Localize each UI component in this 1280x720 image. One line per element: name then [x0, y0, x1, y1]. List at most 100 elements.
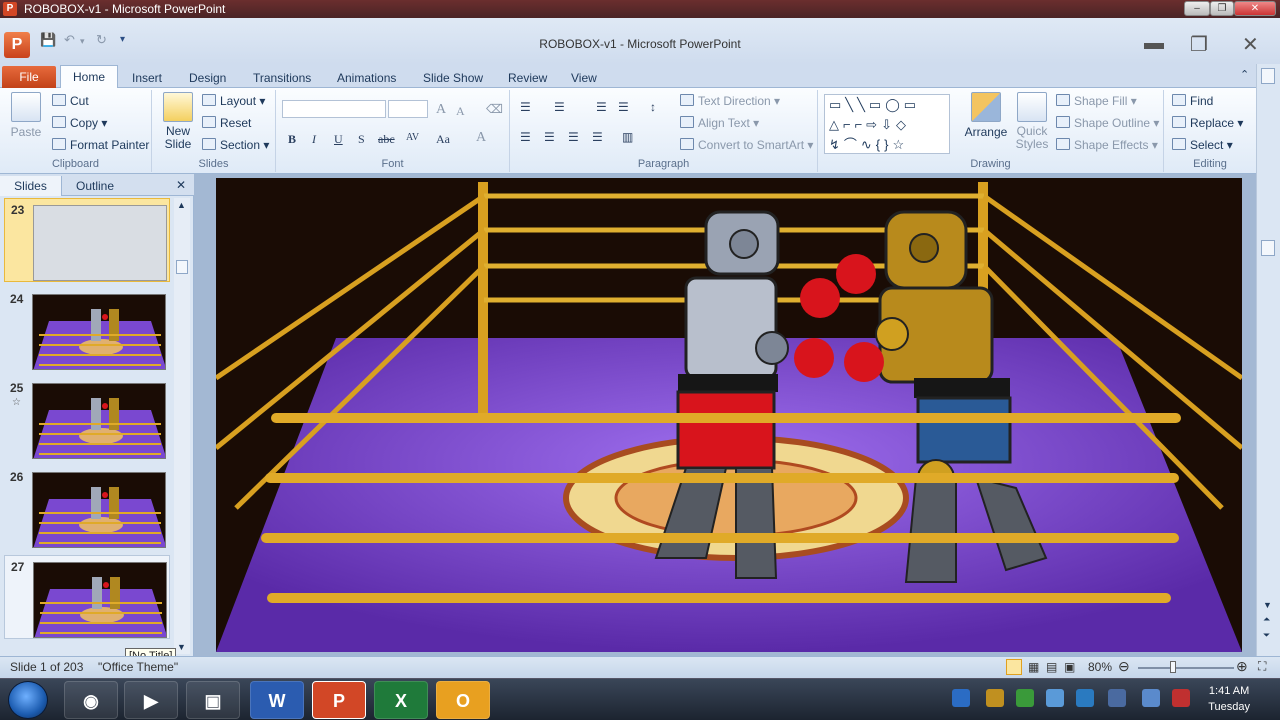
volume-muted-icon[interactable]: [1172, 689, 1190, 707]
tab-outline[interactable]: Outline: [66, 176, 124, 196]
clock[interactable]: 1:41 AM Tuesday: [1208, 683, 1250, 715]
shadow-button[interactable]: S: [358, 132, 365, 147]
slide-sorter-icon[interactable]: ▦: [1028, 660, 1039, 674]
font-family-combo[interactable]: [282, 100, 386, 118]
tray-icon-5[interactable]: [1076, 689, 1094, 707]
shape-fill-button[interactable]: Shape Fill ▾: [1056, 94, 1137, 108]
zoom-slider[interactable]: [1138, 667, 1234, 669]
start-button[interactable]: [8, 681, 48, 719]
slide-thumbnail-27[interactable]: 27: [4, 555, 170, 639]
tab-transitions[interactable]: Transitions: [245, 68, 319, 88]
paste-button[interactable]: Paste: [6, 92, 46, 139]
app-close-icon[interactable]: ✕: [1242, 32, 1259, 57]
slide-thumbnail-26[interactable]: 26: [4, 466, 170, 550]
quick-styles-button[interactable]: Quick Styles: [1012, 92, 1052, 151]
vertical-scroll-thumb[interactable]: [1261, 240, 1275, 256]
find-button[interactable]: Find: [1172, 94, 1213, 108]
slideshow-view-icon[interactable]: ▣: [1064, 660, 1075, 674]
fit-slide-icon[interactable]: ⛶: [1258, 659, 1266, 674]
bullets-icon[interactable]: ☰: [520, 100, 531, 115]
media-taskbar-icon[interactable]: ▶: [124, 681, 178, 719]
shape-effects-button[interactable]: Shape Effects ▾: [1056, 138, 1158, 152]
font-size-combo[interactable]: [388, 100, 428, 118]
copy-button[interactable]: Copy ▾: [52, 116, 107, 130]
outlook-taskbar-icon[interactable]: O: [436, 681, 490, 719]
decrease-indent-icon[interactable]: ☰: [596, 100, 607, 115]
reset-button[interactable]: Reset: [202, 116, 251, 130]
cut-button[interactable]: Cut: [52, 94, 89, 108]
tab-file[interactable]: File: [2, 66, 56, 88]
tab-insert[interactable]: Insert: [124, 68, 170, 88]
convert-smartart-button[interactable]: Convert to SmartArt ▾: [680, 138, 813, 152]
zoom-level[interactable]: 80%: [1088, 660, 1112, 674]
scroll-up-button[interactable]: [1261, 68, 1275, 84]
shrink-font-icon[interactable]: A: [456, 104, 465, 119]
tab-slide-show[interactable]: Slide Show: [415, 68, 491, 88]
bold-button[interactable]: B: [288, 132, 296, 147]
increase-indent-icon[interactable]: ☰: [618, 100, 629, 115]
line-spacing-icon[interactable]: ↕: [650, 100, 656, 115]
tab-animations[interactable]: Animations: [329, 68, 404, 88]
explorer-taskbar-icon[interactable]: ▣: [186, 681, 240, 719]
zoom-slider-thumb[interactable]: [1170, 661, 1176, 673]
collapse-ribbon-icon[interactable]: ⌃: [1240, 68, 1249, 81]
powerpoint-taskbar-icon[interactable]: P: [312, 681, 366, 719]
slide-canvas[interactable]: [216, 178, 1242, 652]
network-icon[interactable]: [1142, 689, 1160, 707]
shape-outline-button[interactable]: Shape Outline ▾: [1056, 116, 1159, 130]
previous-slide-icon[interactable]: ⏶: [1263, 614, 1270, 625]
justify-icon[interactable]: ☰: [592, 130, 603, 145]
zoom-in-icon[interactable]: ⊕: [1236, 658, 1248, 675]
align-right-icon[interactable]: ☰: [568, 130, 579, 145]
arrange-button[interactable]: Arrange: [964, 92, 1008, 139]
app-minimize-icon[interactable]: ▬: [1144, 32, 1164, 55]
new-slide-button[interactable]: New Slide: [158, 92, 198, 151]
slide-thumbnail-23[interactable]: 23: [4, 198, 170, 282]
tray-shield-icon[interactable]: [986, 689, 1004, 707]
italic-button[interactable]: I: [312, 132, 316, 147]
replace-button[interactable]: Replace ▾: [1172, 116, 1243, 130]
scroll-thumb[interactable]: [176, 260, 188, 274]
shapes-gallery[interactable]: ▭╲╲▭◯▭ △⌐⌐⇨⇩◇ ↯⌒∿{}☆: [824, 94, 950, 154]
scroll-down-icon[interactable]: ▼: [177, 642, 186, 652]
normal-view-icon[interactable]: [1006, 659, 1022, 675]
clear-format-icon[interactable]: ⌫: [486, 102, 503, 117]
close-panel-icon[interactable]: ✕: [176, 178, 186, 192]
align-center-icon[interactable]: ☰: [544, 130, 555, 145]
select-button[interactable]: Select ▾: [1172, 138, 1233, 152]
columns-icon[interactable]: ▥: [622, 130, 633, 145]
restore-icon[interactable]: ❐: [1210, 1, 1234, 16]
section-button[interactable]: Section ▾: [202, 138, 269, 152]
grow-font-icon[interactable]: A: [436, 102, 446, 118]
strikethrough-button[interactable]: abc: [378, 132, 395, 147]
tray-icon-3[interactable]: [1016, 689, 1034, 707]
tab-design[interactable]: Design: [181, 68, 234, 88]
underline-button[interactable]: U: [334, 132, 343, 147]
scroll-down-icon[interactable]: ▼: [1263, 600, 1272, 610]
align-left-icon[interactable]: ☰: [520, 130, 531, 145]
format-painter-button[interactable]: Format Painter: [52, 138, 149, 152]
text-direction-button[interactable]: Text Direction ▾: [680, 94, 780, 108]
word-taskbar-icon[interactable]: W: [250, 681, 304, 719]
scroll-up-icon[interactable]: ▲: [177, 200, 186, 210]
char-spacing-button[interactable]: AV: [406, 132, 419, 143]
tab-slides[interactable]: Slides: [0, 176, 62, 196]
app-restore-icon[interactable]: ❐: [1190, 32, 1208, 57]
align-text-button[interactable]: Align Text ▾: [680, 116, 759, 130]
editor-scrollbar[interactable]: ▼ ⏶ ⏷: [1256, 64, 1280, 656]
slide-thumbnail-25[interactable]: 25 ☆: [4, 377, 170, 461]
minimize-icon[interactable]: –: [1184, 1, 1210, 16]
next-slide-icon[interactable]: ⏷: [1263, 630, 1270, 641]
slide-thumbnail-24[interactable]: 24: [4, 288, 170, 372]
tray-icon-6[interactable]: [1108, 689, 1126, 707]
tray-icon-4[interactable]: [1046, 689, 1064, 707]
tray-icon-1[interactable]: [952, 689, 970, 707]
tab-home[interactable]: Home: [60, 65, 118, 89]
zoom-out-icon[interactable]: ⊖: [1118, 658, 1130, 675]
layout-button[interactable]: Layout ▾: [202, 94, 265, 108]
browser-taskbar-icon[interactable]: ◉: [64, 681, 118, 719]
reading-view-icon[interactable]: ▤: [1046, 660, 1057, 674]
excel-taskbar-icon[interactable]: X: [374, 681, 428, 719]
numbering-icon[interactable]: ☰: [554, 100, 565, 115]
tab-review[interactable]: Review: [500, 68, 555, 88]
